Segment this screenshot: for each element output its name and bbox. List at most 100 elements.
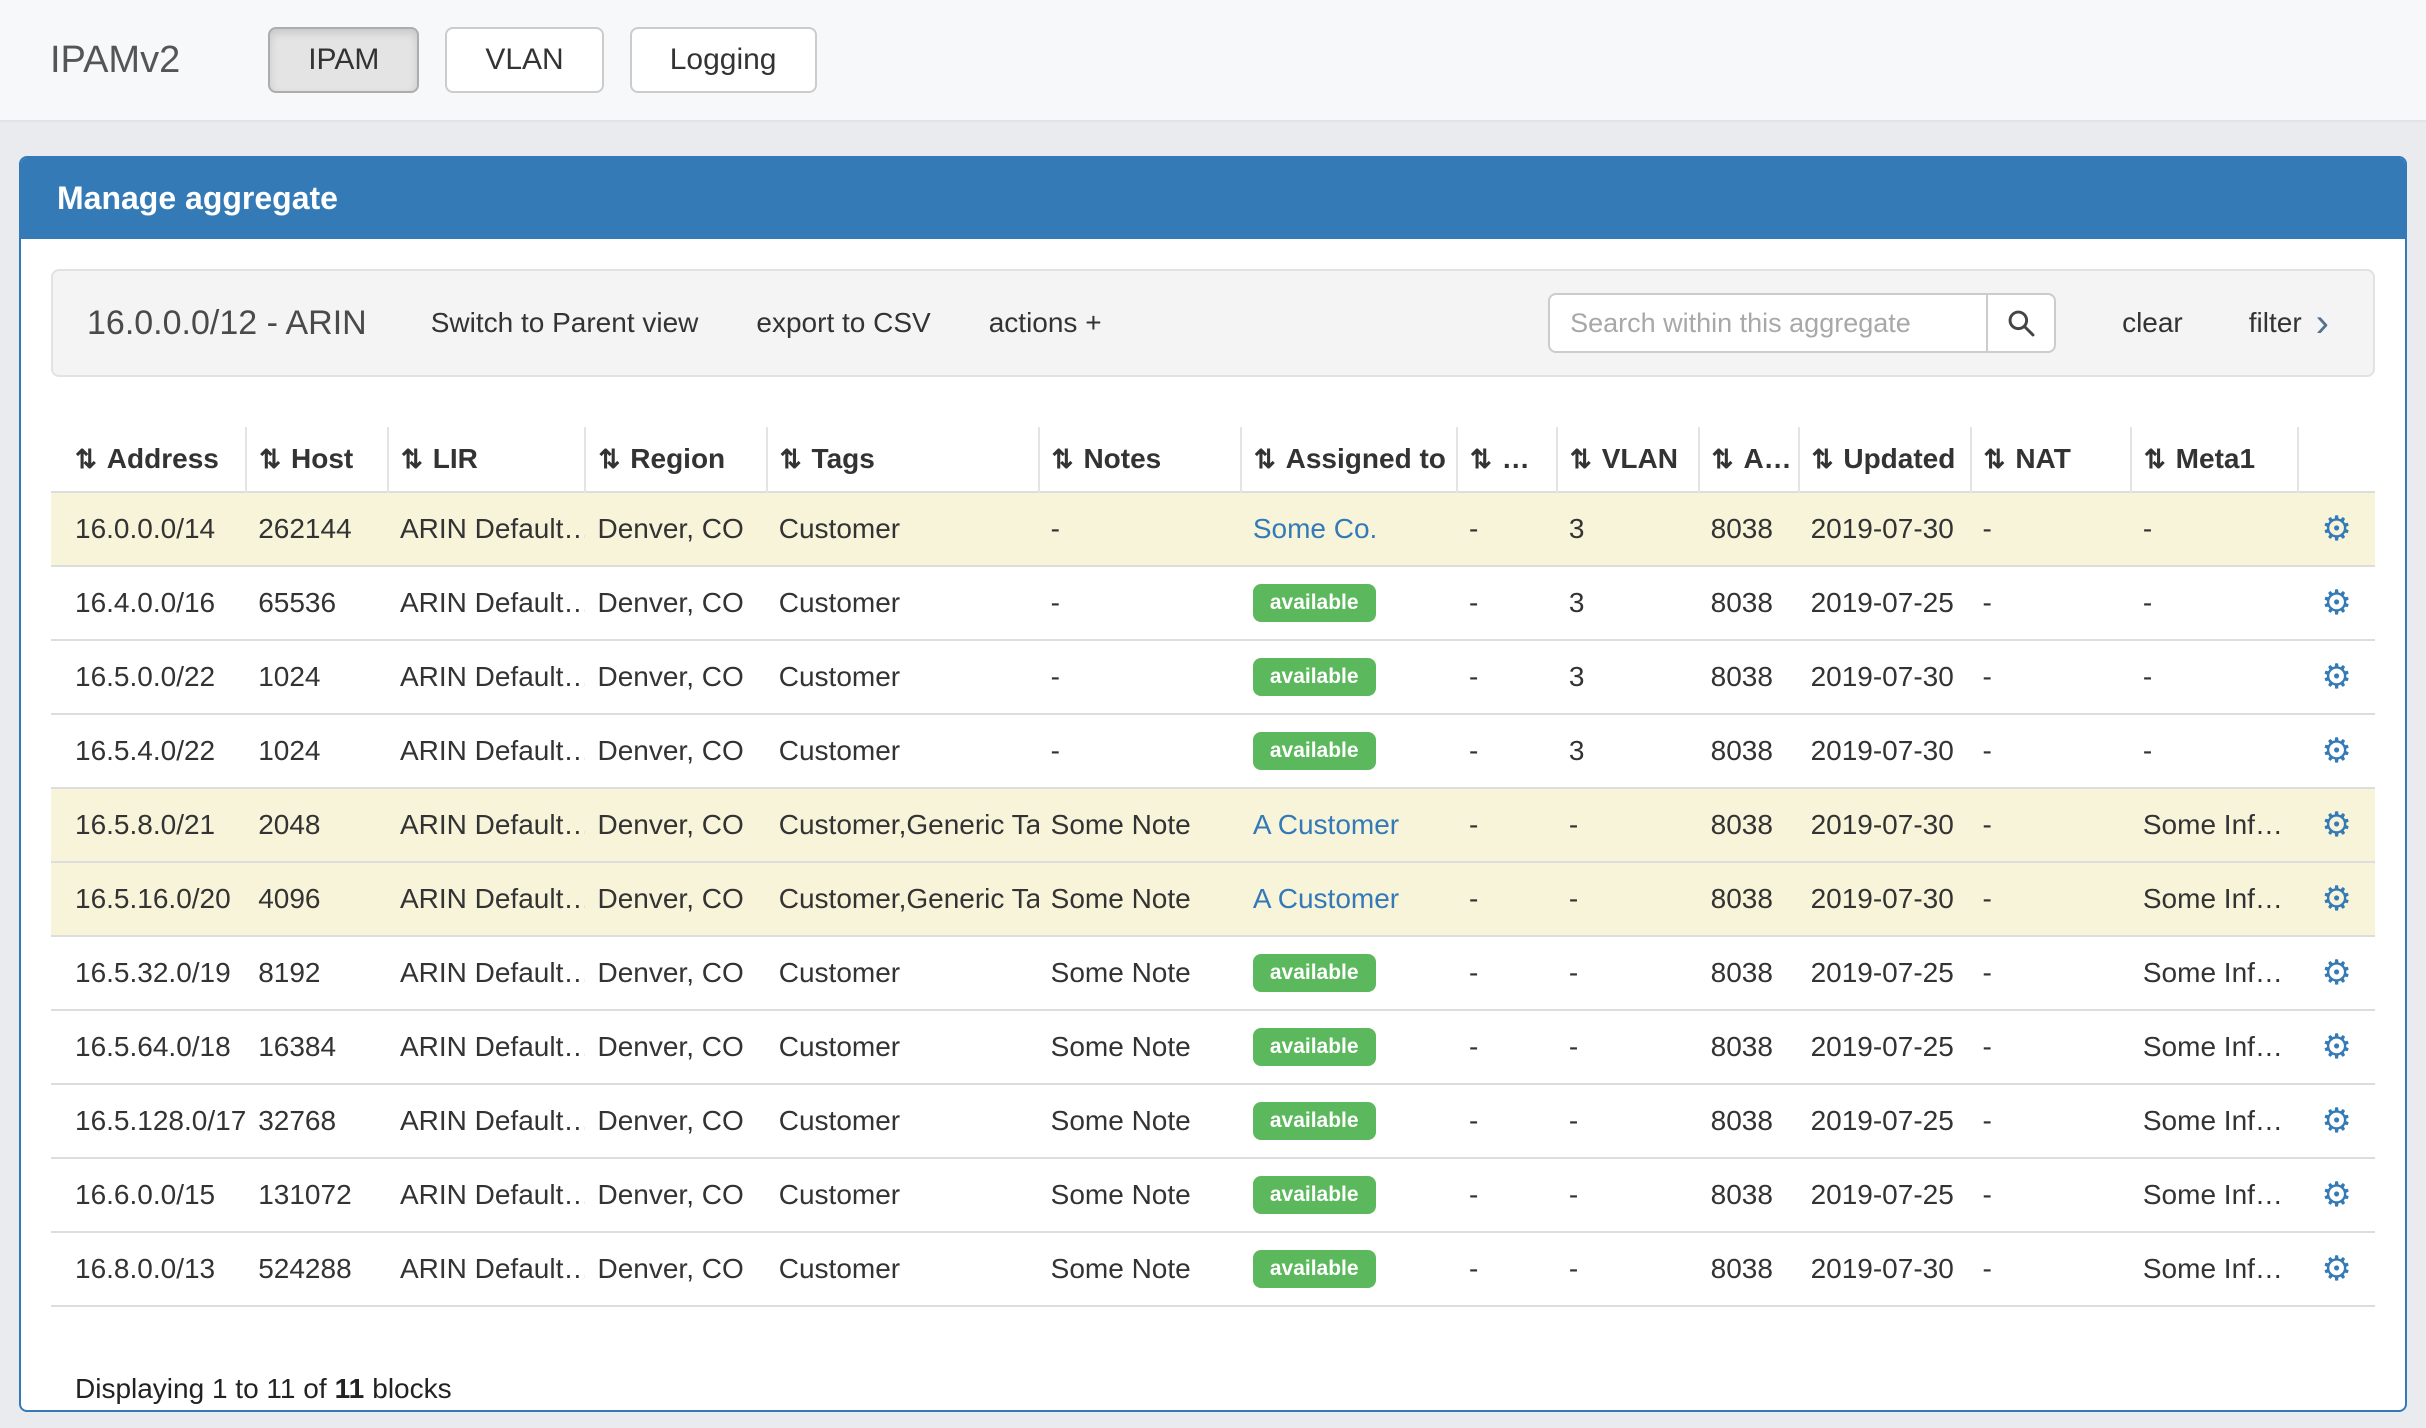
cell-meta1: Some Inf… <box>2131 1158 2298 1232</box>
cell-updated: 2019-07-30 <box>1799 788 1971 862</box>
column-header-vlan[interactable]: ⇅VLAN <box>1557 427 1699 492</box>
gear-icon[interactable]: ⚙ <box>2321 510 2351 548</box>
gear-icon[interactable]: ⚙ <box>2321 658 2351 696</box>
column-label: Region <box>630 443 725 474</box>
cell-updated: 2019-07-25 <box>1799 1084 1971 1158</box>
cell-updated: 2019-07-30 <box>1799 1232 1971 1306</box>
cell-tags: Customer,Generic Tag <box>767 788 1039 862</box>
search-button[interactable] <box>1986 293 2056 353</box>
cell-row-actions: ⚙ <box>2298 1232 2375 1306</box>
gear-icon[interactable]: ⚙ <box>2321 1102 2351 1140</box>
search-input[interactable] <box>1548 293 1986 353</box>
cell-nat: - <box>1971 1084 2131 1158</box>
gear-icon[interactable]: ⚙ <box>2321 880 2351 918</box>
table-row: 16.4.0.0/1665536ARIN Default…Denver, COC… <box>51 566 2375 640</box>
column-header-col8[interactable]: ⇅… <box>1457 427 1557 492</box>
cell-nat: - <box>1971 714 2131 788</box>
filter-link[interactable]: filter › <box>2249 307 2329 339</box>
gear-icon[interactable]: ⚙ <box>2321 806 2351 844</box>
gear-icon[interactable]: ⚙ <box>2321 954 2351 992</box>
available-badge: available <box>1253 584 1376 622</box>
column-header-address[interactable]: ⇅Address <box>51 427 246 492</box>
cell-tags: Customer <box>767 1158 1039 1232</box>
cell-col8: - <box>1457 492 1557 566</box>
cell-asn: 8038 <box>1699 788 1799 862</box>
cell-address: 16.5.16.0/20 <box>51 862 246 936</box>
column-label: A… <box>1743 443 1791 474</box>
column-header-tags[interactable]: ⇅Tags <box>767 427 1039 492</box>
assigned-customer-link[interactable]: A Customer <box>1253 883 1399 914</box>
cell-notes: Some Note <box>1039 1158 1241 1232</box>
cell-host: 65536 <box>246 566 388 640</box>
cell-lir: ARIN Default… <box>388 1084 586 1158</box>
cell-host: 2048 <box>246 788 388 862</box>
assigned-customer-link[interactable]: A Customer <box>1253 809 1399 840</box>
gear-icon[interactable]: ⚙ <box>2321 1028 2351 1066</box>
table-footer: Displaying 1 to 11 of11blocks <box>51 1373 2375 1405</box>
cell-tags: Customer,Generic Tag <box>767 862 1039 936</box>
cell-meta1: - <box>2131 566 2298 640</box>
cell-region: Denver, CO <box>585 566 766 640</box>
cell-address: 16.5.64.0/18 <box>51 1010 246 1084</box>
cell-meta1: - <box>2131 492 2298 566</box>
column-header-nat[interactable]: ⇅NAT <box>1971 427 2131 492</box>
cell-col8: - <box>1457 640 1557 714</box>
cell-assigned: available <box>1241 566 1457 640</box>
column-header-lir[interactable]: ⇅LIR <box>388 427 586 492</box>
cell-nat: - <box>1971 1232 2131 1306</box>
cell-region: Denver, CO <box>585 1158 766 1232</box>
aggregate-title: 16.0.0.0/12 - ARIN <box>87 304 367 343</box>
column-label: Meta1 <box>2176 443 2255 474</box>
cell-lir: ARIN Default… <box>388 936 586 1010</box>
gear-icon[interactable]: ⚙ <box>2321 732 2351 770</box>
export-csv-link[interactable]: export to CSV <box>756 307 930 339</box>
cell-vlan: 3 <box>1557 714 1699 788</box>
gear-icon[interactable]: ⚙ <box>2321 1176 2351 1214</box>
tab-logging[interactable]: Logging <box>630 27 817 93</box>
cell-address: 16.6.0.0/15 <box>51 1158 246 1232</box>
tab-ipam[interactable]: IPAM <box>268 27 419 93</box>
column-header-meta1[interactable]: ⇅Meta1 <box>2131 427 2298 492</box>
chevron-right-icon: › <box>2316 307 2329 339</box>
table-row: 16.5.0.0/221024ARIN Default…Denver, COCu… <box>51 640 2375 714</box>
blocks-table: ⇅Address⇅Host⇅LIR⇅Region⇅Tags⇅Notes⇅Assi… <box>51 427 2375 1307</box>
switch-parent-view-link[interactable]: Switch to Parent view <box>431 307 699 339</box>
cell-tags: Customer <box>767 1232 1039 1306</box>
column-header-region[interactable]: ⇅Region <box>585 427 766 492</box>
cell-notes: Some Note <box>1039 936 1241 1010</box>
cell-row-actions: ⚙ <box>2298 492 2375 566</box>
cell-notes: Some Note <box>1039 862 1241 936</box>
cell-col8: - <box>1457 714 1557 788</box>
column-header-host[interactable]: ⇅Host <box>246 427 388 492</box>
column-label: Assigned to <box>1286 443 1446 474</box>
cell-assigned: available <box>1241 1158 1457 1232</box>
cell-assigned: available <box>1241 936 1457 1010</box>
column-header-row-actions <box>2298 427 2375 492</box>
assigned-customer-link[interactable]: Some Co. <box>1253 513 1378 544</box>
cell-nat: - <box>1971 936 2131 1010</box>
gear-icon[interactable]: ⚙ <box>2321 584 2351 622</box>
cell-host: 262144 <box>246 492 388 566</box>
column-header-assigned[interactable]: ⇅Assigned to <box>1241 427 1457 492</box>
tab-vlan[interactable]: VLAN <box>445 27 603 93</box>
available-badge: available <box>1253 732 1376 770</box>
cell-row-actions: ⚙ <box>2298 640 2375 714</box>
cell-updated: 2019-07-30 <box>1799 492 1971 566</box>
gear-icon[interactable]: ⚙ <box>2321 1250 2351 1288</box>
column-header-asn[interactable]: ⇅A… <box>1699 427 1799 492</box>
actions-dropdown[interactable]: actions + <box>989 307 1102 339</box>
cell-region: Denver, CO <box>585 1010 766 1084</box>
column-label: Tags <box>812 443 875 474</box>
cell-updated: 2019-07-25 <box>1799 566 1971 640</box>
column-header-notes[interactable]: ⇅Notes <box>1039 427 1241 492</box>
column-label: Notes <box>1083 443 1161 474</box>
cell-vlan: - <box>1557 1158 1699 1232</box>
clear-link[interactable]: clear <box>2122 307 2183 339</box>
cell-vlan: - <box>1557 936 1699 1010</box>
cell-assigned: available <box>1241 1232 1457 1306</box>
panel-title: Manage aggregate <box>21 158 2405 239</box>
column-label: Address <box>107 443 219 474</box>
table-row: 16.5.4.0/221024ARIN Default…Denver, COCu… <box>51 714 2375 788</box>
column-header-updated[interactable]: ⇅Updated <box>1799 427 1971 492</box>
table-row: 16.5.16.0/204096ARIN Default…Denver, COC… <box>51 862 2375 936</box>
